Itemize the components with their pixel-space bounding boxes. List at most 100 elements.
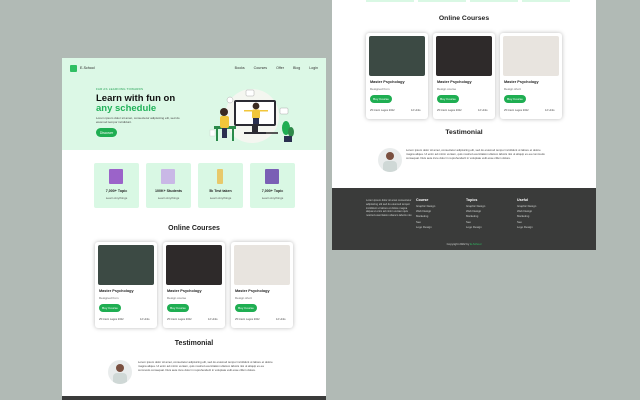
lecture-photo [98,245,154,285]
feature-subtitle: Learn Anythings [261,196,284,200]
book-icon [109,169,123,184]
laptop-photo [503,36,559,76]
footer-link[interactable]: Logo Design [517,225,536,230]
hero-illustration [209,89,294,143]
course-card: Master Psychology Design short Buy Cours… [231,242,293,328]
course-units: 12 Units [411,109,421,112]
feature-title: 5k Test taken [209,189,232,193]
buy-course-button[interactable]: Buy Course [167,304,189,312]
buy-course-button[interactable]: Buy Course [235,304,257,312]
testimonial-section-title: Testimonial [174,340,214,347]
feature-title: 7,000+ Topic [261,189,284,193]
testimonial-text: Lorem ipsum dolor sit amet, consectetur … [406,148,545,160]
copyright-text: Copyright 2022 by [446,242,470,246]
course-title: Master Psychology [370,80,405,84]
footer: Lorem ipsum dolor sit amet consectetur a… [332,188,596,250]
testimonial-avatar [108,360,132,384]
footer-link[interactable]: Logo Design [466,225,485,230]
nav-links: Books Courses Offer Blog Login [235,66,318,70]
course-title: Master Psychology [167,289,202,293]
testimonial-avatar [378,148,402,172]
nav-bar: E-School Books Courses Offer Blog Login [62,58,326,78]
buy-course-button[interactable]: Buy Course [437,95,459,103]
course-units: 12 Units [478,109,488,112]
buy-course-button[interactable]: Buy Course [504,95,526,103]
course-date: 25 Intern Lagos 2022 [504,109,529,112]
nav-link-blog[interactable]: Blog [293,66,300,70]
feature-card: 7,000+ Topic Learn Anythings [94,163,139,208]
buy-course-button[interactable]: Buy Course [370,95,392,103]
feature-card: 7,000+ Topic Learn Anythings [250,163,295,208]
nav-link-courses[interactable]: Courses [254,66,267,70]
course-date: 25 Intern Lagos 2022 [167,318,192,321]
course-date: 25 Intern Lagos 2022 [99,318,124,321]
course-subtitle: Design course [437,87,457,91]
feature-subtitle: Learn Anythings [157,196,180,200]
course-units: 12 Units [545,109,555,112]
pencil-icon [217,169,223,184]
hero-description: Lorem ipsum dolor sit amet, consectetur … [96,116,180,125]
laptop-photo [234,245,290,285]
nav-link-login[interactable]: Login [309,66,318,70]
feature-title: 7,000+ Topic [105,189,128,193]
footer-column-course: Course Graphic Design Web Design Marketi… [416,198,435,230]
footer-column-heading: Course [416,198,429,202]
hero-title-line2: any schedule [96,103,157,114]
testimonial-section-title: Testimonial [445,129,483,136]
discover-button[interactable]: Discover [96,128,117,137]
reading-photo [436,36,492,76]
course-title: Master Psychology [504,80,539,84]
course-title: Master Psychology [437,80,472,84]
hero-section: FAR AS LEARNING TOWARDS Learn with fun o… [62,78,326,150]
course-card: Master Psychology Design short Buy Cours… [500,33,562,119]
feature-card-edge [470,0,518,2]
testimonial-text: Lorem ipsum dolor sit amet, consectetur … [138,360,273,372]
footer-edge [62,396,326,400]
nav-link-books[interactable]: Books [235,66,245,70]
reading-photo [166,245,222,285]
course-subtitle: Designed from [370,87,390,91]
nav-link-offer[interactable]: Offer [276,66,284,70]
feature-subtitle: Learn Anythings [105,196,128,200]
hero-tagline: FAR AS LEARNING TOWARDS [96,87,144,91]
lecture-photo [369,36,425,76]
course-units: 12 Units [208,318,218,321]
courses-section-title: Online Courses [168,225,220,232]
footer-about-text: Lorem ipsum dolor sit amet consectetur a… [366,199,412,218]
buy-course-button[interactable]: Buy Course [99,304,121,312]
feature-card-edge [522,0,570,2]
footer-column-heading: Useful [517,198,528,202]
course-date: 25 Intern Lagos 2022 [437,109,462,112]
course-units: 12 Units [140,318,150,321]
footer-link[interactable]: Logo Design [416,225,435,230]
document-icon [265,169,279,184]
footer-column-heading: Topics [466,198,478,202]
course-card: Master Psychology Design course Buy Cour… [163,242,225,328]
feature-title: 100K+ Students [154,189,183,193]
feature-subtitle: Learn Anythings [209,196,232,200]
courses-section-title: Online Courses [438,15,490,22]
footer-column-topics: Topics Graphic Design Web Design Marketi… [466,198,485,230]
landing-page-left: E-School Books Courses Offer Blog Login … [62,58,326,400]
logo-icon [70,64,77,72]
course-subtitle: Design short [235,296,252,300]
footer-column-useful: Useful Graphic Design Web Design Marketi… [517,198,536,230]
course-subtitle: Designed from [99,296,119,300]
course-subtitle: Design short [504,87,521,91]
feature-card: 5k Test taken Learn Anythings [198,163,243,208]
footer-copyright: Copyright 2022 by E-School [332,242,596,246]
landing-page-right: Online Courses Master Psychology Designe… [332,0,596,250]
copyright-brand[interactable]: E-School [470,242,481,246]
course-date: 25 Intern Lagos 2022 [370,109,395,112]
course-subtitle: Design course [167,296,187,300]
course-date: 25 Intern Lagos 2022 [235,318,260,321]
feature-card-edge [418,0,466,2]
feature-card-edge [366,0,414,2]
course-card: Master Psychology Designed from Buy Cour… [95,242,157,328]
course-title: Master Psychology [99,289,134,293]
course-units: 12 Units [276,318,286,321]
logo-text[interactable]: E-School [80,66,95,70]
course-card: Master Psychology Design course Buy Cour… [433,33,495,119]
course-title: Master Psychology [235,289,270,293]
course-card: Master Psychology Designed from Buy Cour… [366,33,428,119]
